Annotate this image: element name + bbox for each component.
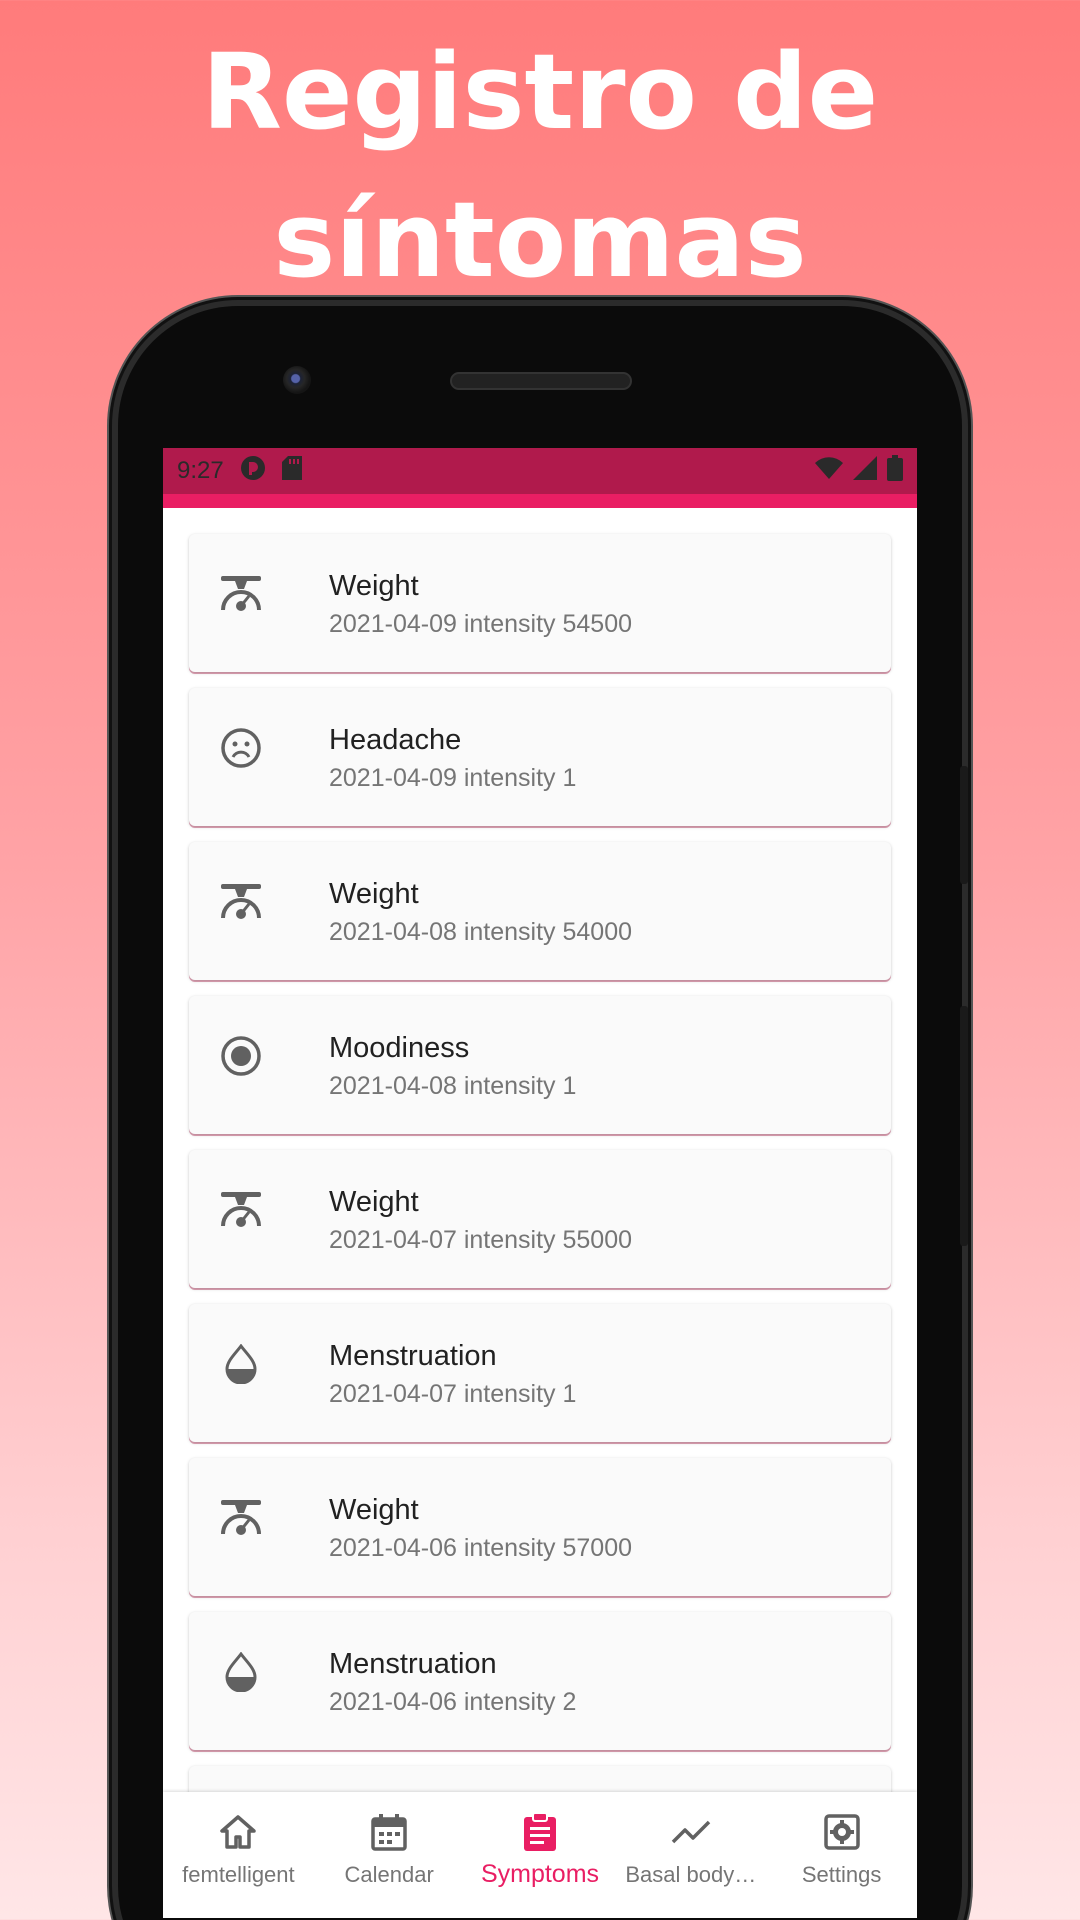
symptom-card[interactable]: Menstruation 2021-04-06 intensity 2 — [189, 1612, 891, 1750]
nav-label: Symptoms — [480, 1860, 600, 1888]
app-screen: 9:27 Weight 2021-04-09 intensity 54500 H… — [163, 448, 917, 1918]
symptom-detail: 2021-04-08 intensity 54000 — [329, 918, 633, 946]
nav-label: Calendar — [344, 1862, 434, 1887]
drop-icon — [219, 1342, 263, 1386]
symptom-card[interactable]: Headache 2021-04-09 intensity 1 — [189, 688, 891, 826]
bottom-navigation: femtelligent Calendar Symptoms Basal bod… — [163, 1792, 917, 1918]
symptom-detail: 2021-04-06 intensity 57000 — [329, 1534, 633, 1562]
home-icon — [218, 1812, 258, 1852]
symptom-detail: 2021-04-06 intensity 2 — [329, 1688, 577, 1716]
earpiece-speaker — [450, 372, 632, 390]
symptom-title: Menstruation — [329, 1648, 497, 1680]
symptom-title: Moodiness — [329, 1032, 470, 1064]
phone-power-button — [960, 766, 968, 884]
app-notification-icon — [240, 455, 266, 488]
symptom-card[interactable]: Weight 2021-04-08 intensity 54000 — [189, 842, 891, 980]
symptom-card[interactable]: Menstruation 2021-04-07 intensity 1 — [189, 1304, 891, 1442]
promo-title: Registro de síntomas — [0, 18, 1080, 314]
signal-icon — [853, 455, 877, 487]
symptom-detail: 2021-04-07 intensity 1 — [329, 1380, 577, 1408]
symptom-card[interactable]: Moodiness 2021-04-08 intensity 1 — [189, 996, 891, 1134]
scale-icon — [219, 1188, 263, 1232]
nav-label: femtelligent — [182, 1862, 295, 1887]
nav-label: Settings — [801, 1862, 882, 1887]
symptom-detail: 2021-04-09 intensity 54500 — [329, 610, 633, 638]
battery-icon — [887, 454, 903, 488]
symptom-title: Weight — [329, 570, 419, 602]
front-camera — [283, 366, 311, 394]
symptom-title: Weight — [329, 878, 419, 910]
nav-item-symptoms[interactable]: Symptoms — [465, 1792, 616, 1918]
symptom-card[interactable]: Weight 2021-04-06 intensity 57000 — [189, 1458, 891, 1596]
clipboard-icon — [520, 1812, 560, 1852]
symptom-card[interactable]: Weight 2021-04-09 intensity 54500 — [189, 534, 891, 672]
symptom-title: Menstruation — [329, 1340, 497, 1372]
nav-item-basal-body[interactable]: Basal body… — [615, 1792, 766, 1918]
nav-item-home[interactable]: femtelligent — [163, 1792, 314, 1918]
status-time: 9:27 — [177, 457, 224, 484]
phone-frame: 9:27 Weight 2021-04-09 intensity 54500 H… — [118, 306, 968, 1920]
symptom-detail: 2021-04-08 intensity 1 — [329, 1072, 577, 1100]
symptom-title: Weight — [329, 1494, 419, 1526]
sd-card-icon — [281, 455, 302, 487]
nav-item-settings[interactable]: Settings — [766, 1792, 917, 1918]
sad-face-icon — [219, 726, 263, 770]
nav-item-calendar[interactable]: Calendar — [314, 1792, 465, 1918]
scale-icon — [219, 1496, 263, 1540]
scale-icon — [219, 572, 263, 616]
promo-title-line2: síntomas — [273, 179, 807, 301]
status-bar: 9:27 — [163, 448, 917, 494]
symptom-title: Headache — [329, 724, 462, 756]
symptom-list[interactable]: Weight 2021-04-09 intensity 54500 Headac… — [163, 508, 917, 1904]
symptom-title: Weight — [329, 1186, 419, 1218]
wifi-icon — [815, 456, 843, 486]
promo-title-line1: Registro de — [201, 31, 879, 153]
calendar-icon — [369, 1812, 409, 1852]
symptom-card[interactable]: Weight 2021-04-07 intensity 55000 — [189, 1150, 891, 1288]
symptom-detail: 2021-04-07 intensity 55000 — [329, 1226, 633, 1254]
nav-label: Basal body… — [625, 1862, 757, 1887]
phone-volume-button — [960, 1006, 968, 1246]
radio-target-icon — [219, 1034, 263, 1078]
trend-icon — [671, 1812, 711, 1852]
scale-icon — [219, 880, 263, 924]
settings-icon — [822, 1812, 862, 1852]
drop-icon — [219, 1650, 263, 1694]
app-bar — [163, 494, 917, 508]
symptom-detail: 2021-04-09 intensity 1 — [329, 764, 577, 792]
